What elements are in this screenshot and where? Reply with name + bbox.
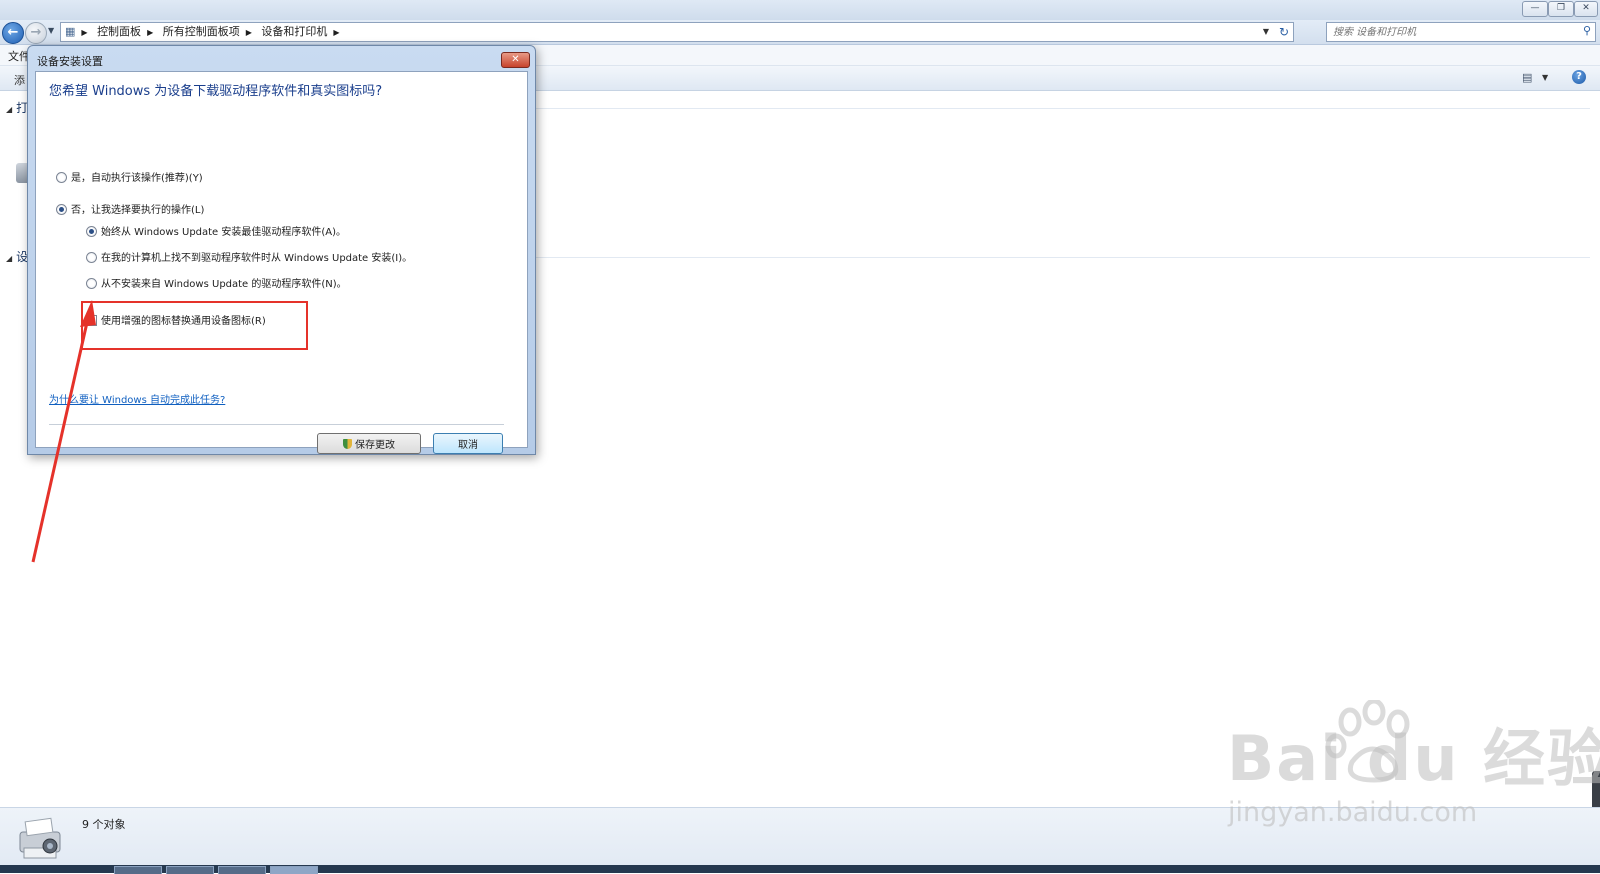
taskbar bbox=[0, 865, 1600, 874]
view-dropdown-icon[interactable]: ▼ bbox=[1542, 73, 1548, 82]
suboption-always-install[interactable]: 始终从 Windows Update 安装最佳驱动程序软件(A)。 bbox=[86, 223, 346, 238]
suboption-never-label: 从不安装来自 Windows Update 的驱动程序软件(N)。 bbox=[101, 279, 347, 290]
breadcrumb-item-devices-printers[interactable]: 设备和打印机 bbox=[261, 25, 327, 38]
annotation-highlight-box bbox=[81, 301, 308, 350]
window-close-button[interactable]: ✕ bbox=[1574, 1, 1598, 17]
option-no-label: 否，让我选择要执行的操作(L) bbox=[71, 205, 205, 216]
dialog-question: 您希望 Windows 为设备下载驱动程序软件和真实图标吗? bbox=[49, 84, 383, 99]
breadcrumb-item-all-items[interactable]: 所有控制面板项 bbox=[163, 25, 240, 38]
chevron-right-icon: ▶ bbox=[147, 28, 154, 37]
object-count: 9 个对象 bbox=[82, 818, 126, 831]
dialog-close-button[interactable]: ✕ bbox=[501, 52, 530, 68]
dialog-divider bbox=[49, 424, 504, 425]
chevron-right-icon: ▶ bbox=[81, 28, 88, 37]
option-yes-label: 是，自动执行该操作(推荐)(Y) bbox=[71, 173, 203, 184]
why-automatic-link[interactable]: 为什么要让 Windows 自动完成此任务? bbox=[49, 391, 225, 406]
watermark-logo-text: Bai du 经验 bbox=[1227, 722, 1600, 795]
option-no-let-me-choose[interactable]: 否，让我选择要执行的操作(L) bbox=[56, 201, 204, 216]
change-view-icon[interactable]: ▤ bbox=[1522, 71, 1532, 84]
radio-never[interactable] bbox=[86, 277, 97, 289]
chevron-right-icon: ▶ bbox=[333, 28, 340, 37]
back-button[interactable]: ← bbox=[2, 22, 24, 44]
suboption-never-install[interactable]: 从不安装来自 Windows Update 的驱动程序软件(N)。 bbox=[86, 275, 347, 290]
restore-button[interactable]: ❐ bbox=[1548, 1, 1574, 17]
printer-icon bbox=[19, 817, 61, 859]
save-changes-label: 保存更改 bbox=[355, 440, 395, 451]
device-installation-settings-dialog: 设备安装设置 ✕ 您希望 Windows 为设备下载驱动程序软件和真实图标吗? … bbox=[27, 45, 536, 455]
refresh-icon[interactable]: ↻ bbox=[1279, 23, 1289, 41]
suboption-always-label: 始终从 Windows Update 安装最佳驱动程序软件(A)。 bbox=[101, 227, 347, 238]
dialog-body: 您希望 Windows 为设备下载驱动程序软件和真实图标吗? 是，自动执行该操作… bbox=[35, 71, 528, 454]
search-icon[interactable]: ⚲ bbox=[1583, 24, 1591, 37]
collapse-triangle-icon: ◢ bbox=[6, 105, 13, 114]
breadcrumb: ▦ ▶ 控制面板 ▶ 所有控制面板项 ▶ 设备和打印机 ▶ bbox=[65, 23, 346, 42]
minimize-button[interactable]: — bbox=[1522, 1, 1548, 17]
search-box[interactable]: ⚲ bbox=[1326, 22, 1596, 42]
close-icon: ✕ bbox=[511, 54, 520, 65]
dialog-title: 设备安装设置 bbox=[37, 55, 103, 68]
add-device-command[interactable]: 添 bbox=[14, 72, 25, 88]
window-title-bar: — ❐ ✕ bbox=[0, 0, 1600, 20]
radio-always[interactable] bbox=[86, 225, 97, 237]
watermark-url: jingyan.baidu.com bbox=[1228, 797, 1478, 828]
control-panel-icon: ▦ bbox=[65, 25, 76, 38]
suboption-install-if-not-found[interactable]: 在我的计算机上找不到驱动程序软件时从 Windows Update 安装(I)。 bbox=[86, 249, 412, 264]
suboption-if-not-found-label: 在我的计算机上找不到驱动程序软件时从 Windows Update 安装(I)。 bbox=[101, 253, 413, 264]
cancel-label: 取消 bbox=[458, 440, 478, 451]
forward-button[interactable]: → bbox=[25, 22, 47, 44]
address-toolbar: ← → ▼ ▦ ▶ 控制面板 ▶ 所有控制面板项 ▶ 设备和打印机 ▶ ▼ ↻ ⚲ bbox=[0, 20, 1600, 45]
address-dropdown-icon[interactable]: ▼ bbox=[1263, 23, 1269, 41]
cancel-button[interactable]: 取消 bbox=[433, 433, 503, 454]
option-yes-automatic[interactable]: 是，自动执行该操作(推荐)(Y) bbox=[56, 169, 203, 184]
group-header-printers[interactable]: ◢ 打 bbox=[6, 99, 28, 116]
collapse-triangle-icon: ◢ bbox=[6, 254, 13, 263]
radio-if-not-found[interactable] bbox=[86, 251, 97, 263]
radio-no[interactable] bbox=[56, 203, 67, 215]
forward-arrow-icon: → bbox=[30, 25, 42, 40]
radio-yes[interactable] bbox=[56, 171, 67, 183]
search-input[interactable] bbox=[1331, 24, 1571, 41]
address-box[interactable]: ▦ ▶ 控制面板 ▶ 所有控制面板项 ▶ 设备和打印机 ▶ ▼ ↻ bbox=[60, 22, 1294, 42]
group-header-devices[interactable]: ◢ 设 bbox=[6, 248, 28, 265]
chevron-right-icon: ▶ bbox=[245, 28, 252, 37]
breadcrumb-item-control-panel[interactable]: 控制面板 bbox=[97, 25, 141, 38]
recent-pages-dropdown-icon[interactable]: ▼ bbox=[48, 26, 54, 35]
uac-shield-icon bbox=[343, 439, 352, 449]
help-icon[interactable]: ? bbox=[1572, 70, 1586, 84]
back-arrow-icon: ← bbox=[7, 25, 19, 40]
save-changes-button[interactable]: 保存更改 bbox=[317, 433, 421, 454]
